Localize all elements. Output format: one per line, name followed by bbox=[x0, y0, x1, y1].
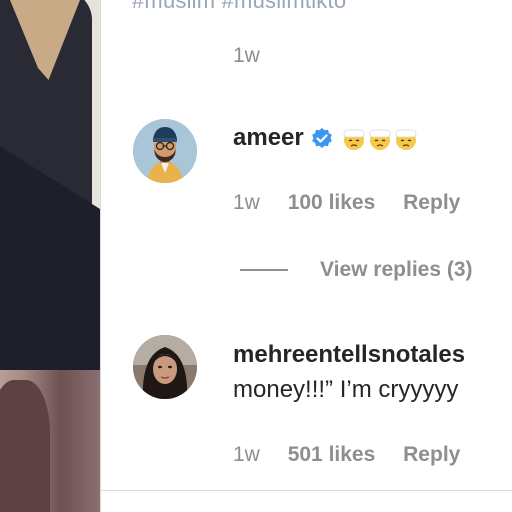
face-with-head-bandage-icon bbox=[342, 127, 366, 151]
comment-1-username[interactable]: ameer bbox=[233, 124, 304, 151]
verified-badge-icon bbox=[310, 127, 334, 151]
comment-2-reply-button[interactable]: Reply bbox=[403, 443, 460, 467]
view-replies-line bbox=[240, 269, 288, 272]
comments-bottom-divider bbox=[100, 490, 512, 491]
comment-1-meta: 1w 100 likes Reply bbox=[233, 191, 460, 215]
avatar-mehreen-photo bbox=[133, 335, 197, 399]
comment-2-time[interactable]: 1w bbox=[233, 443, 260, 467]
comment-2-likes[interactable]: 501 likes bbox=[288, 443, 376, 467]
media-leg-shadow bbox=[0, 380, 50, 512]
comment-2-text: money!!!” I’m cryyyyy bbox=[233, 376, 459, 403]
view-replies-label: View replies (3) bbox=[320, 258, 473, 281]
comment-1-likes[interactable]: 100 likes bbox=[288, 191, 376, 215]
face-with-head-bandage-icon bbox=[394, 127, 418, 151]
avatar-mehreentellsnotales[interactable] bbox=[133, 335, 197, 399]
post-media-preview[interactable] bbox=[0, 0, 100, 512]
comment-1-row: ameer bbox=[233, 124, 418, 152]
caption-time[interactable]: 1w bbox=[233, 44, 260, 68]
view-replies-button[interactable]: View replies (3) bbox=[240, 258, 473, 282]
comment-1-reply-button[interactable]: Reply bbox=[403, 191, 460, 215]
comment-1-time[interactable]: 1w bbox=[233, 191, 260, 215]
caption-meta: 1w bbox=[233, 44, 260, 68]
comment-2-username[interactable]: mehreentellsnotales bbox=[233, 341, 465, 369]
panel-divider bbox=[100, 0, 101, 512]
comment-2-meta: 1w 501 likes Reply bbox=[233, 443, 460, 467]
avatar-ameer-illustration bbox=[133, 119, 197, 183]
avatar-ameer[interactable] bbox=[133, 119, 197, 183]
caption-hashtags[interactable]: #muslim #muslimtikto bbox=[132, 0, 346, 14]
face-with-head-bandage-icon bbox=[368, 127, 392, 151]
